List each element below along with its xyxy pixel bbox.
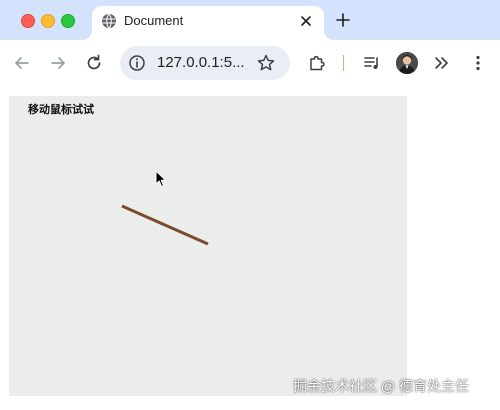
- page-instruction-text: 移动鼠标试试: [28, 104, 94, 116]
- chevron-double-right-icon[interactable]: [432, 53, 452, 73]
- reload-icon[interactable]: [84, 53, 104, 73]
- tab-strip: Document: [0, 0, 500, 40]
- playlist-icon[interactable]: [362, 53, 382, 73]
- avatar[interactable]: [396, 52, 418, 74]
- puzzle-icon[interactable]: [307, 53, 327, 73]
- close-icon[interactable]: [298, 13, 314, 29]
- plus-icon[interactable]: [334, 11, 352, 29]
- mouse-pointer-icon: [155, 170, 166, 187]
- arrow-right-icon[interactable]: [48, 53, 68, 73]
- profile-picture-icon: [396, 52, 418, 74]
- demo-canvas[interactable]: [9, 96, 407, 396]
- close-window-button[interactable]: [21, 14, 35, 28]
- star-icon[interactable]: [256, 53, 276, 73]
- browser-toolbar: 127.0.0.1:5...: [0, 40, 500, 86]
- arrow-left-icon[interactable]: [12, 53, 32, 73]
- zoom-window-button[interactable]: [61, 14, 75, 28]
- minimize-window-button[interactable]: [41, 14, 55, 28]
- browser-window: Document 127.0.0.1:5... 移动鼠标试试 掘金技术社区 @ …: [0, 0, 500, 410]
- address-bar[interactable]: 127.0.0.1:5...: [120, 46, 290, 80]
- page-viewport: [0, 86, 500, 410]
- kebab-menu-icon[interactable]: [468, 53, 488, 73]
- tab-title: Document: [124, 13, 184, 28]
- watermark-text: 掘金技术社区 @ 德育处主任: [293, 378, 469, 394]
- address-url[interactable]: 127.0.0.1:5...: [157, 54, 245, 72]
- toolbar-divider: [343, 55, 344, 71]
- globe-icon: [102, 13, 116, 29]
- tab-document[interactable]: Document: [92, 6, 324, 40]
- info-icon[interactable]: [128, 54, 146, 72]
